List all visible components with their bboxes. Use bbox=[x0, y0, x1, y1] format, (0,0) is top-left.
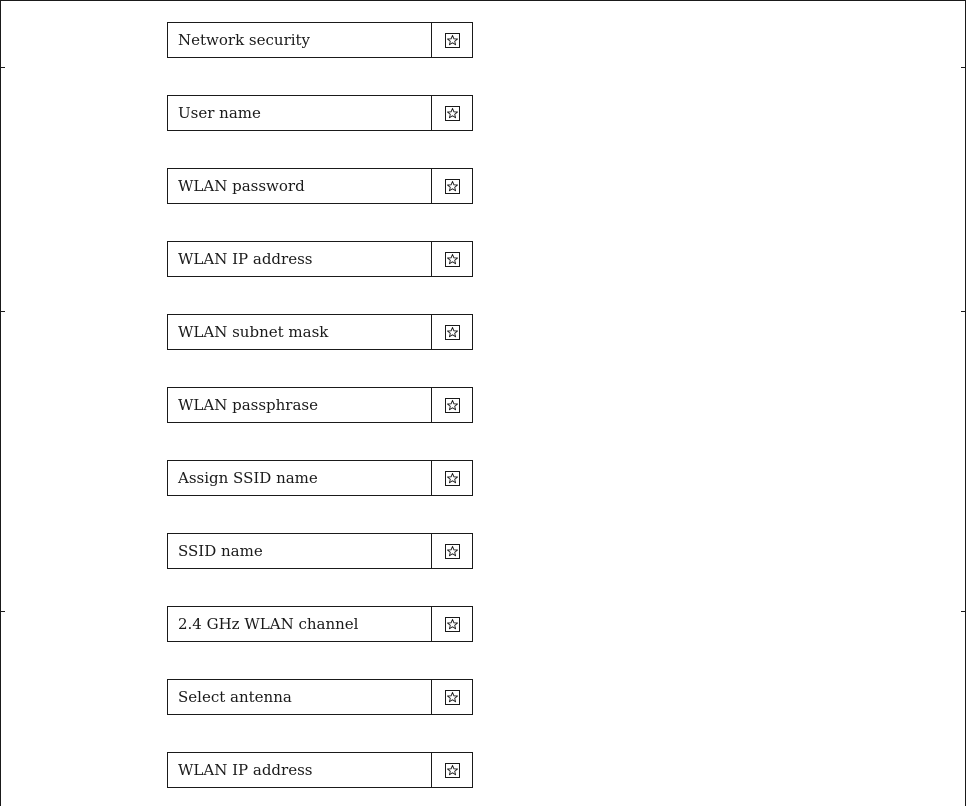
parameter-label: Select antenna bbox=[167, 679, 432, 715]
margin-tick bbox=[1, 611, 5, 612]
star-box-icon bbox=[432, 168, 473, 204]
parameter-label: WLAN subnet mask bbox=[167, 314, 432, 350]
star-box-icon bbox=[432, 22, 473, 58]
parameter-row: WLAN subnet mask bbox=[167, 314, 473, 350]
star-box-icon bbox=[432, 387, 473, 423]
star-box-icon bbox=[432, 533, 473, 569]
star-box-icon bbox=[432, 679, 473, 715]
margin-tick bbox=[961, 611, 965, 612]
parameter-row: WLAN IP address bbox=[167, 241, 473, 277]
parameter-label: 2.4 GHz WLAN channel bbox=[167, 606, 432, 642]
parameter-row: 2.4 GHz WLAN channel bbox=[167, 606, 473, 642]
page-frame bbox=[0, 0, 966, 806]
parameter-label: Assign SSID name bbox=[167, 460, 432, 496]
star-box-icon bbox=[432, 95, 473, 131]
star-box-icon bbox=[432, 606, 473, 642]
parameter-label: Network security bbox=[167, 22, 432, 58]
parameter-row: Network security bbox=[167, 22, 473, 58]
margin-tick bbox=[1, 67, 5, 68]
parameter-label: WLAN passphrase bbox=[167, 387, 432, 423]
parameter-row: WLAN IP address bbox=[167, 752, 473, 788]
margin-tick bbox=[1, 311, 5, 312]
margin-tick bbox=[961, 67, 965, 68]
margin-tick bbox=[961, 311, 965, 312]
parameter-row: Assign SSID name bbox=[167, 460, 473, 496]
parameter-label: WLAN IP address bbox=[167, 752, 432, 788]
parameter-row: Select antenna bbox=[167, 679, 473, 715]
parameter-list: Network security User name WLAN password… bbox=[167, 22, 473, 788]
star-box-icon bbox=[432, 241, 473, 277]
parameter-row: SSID name bbox=[167, 533, 473, 569]
star-box-icon bbox=[432, 460, 473, 496]
parameter-row: WLAN password bbox=[167, 168, 473, 204]
parameter-label: User name bbox=[167, 95, 432, 131]
parameter-row: WLAN passphrase bbox=[167, 387, 473, 423]
parameter-row: User name bbox=[167, 95, 473, 131]
parameter-label: WLAN IP address bbox=[167, 241, 432, 277]
parameter-label: WLAN password bbox=[167, 168, 432, 204]
parameter-label: SSID name bbox=[167, 533, 432, 569]
star-box-icon bbox=[432, 314, 473, 350]
star-box-icon bbox=[432, 752, 473, 788]
